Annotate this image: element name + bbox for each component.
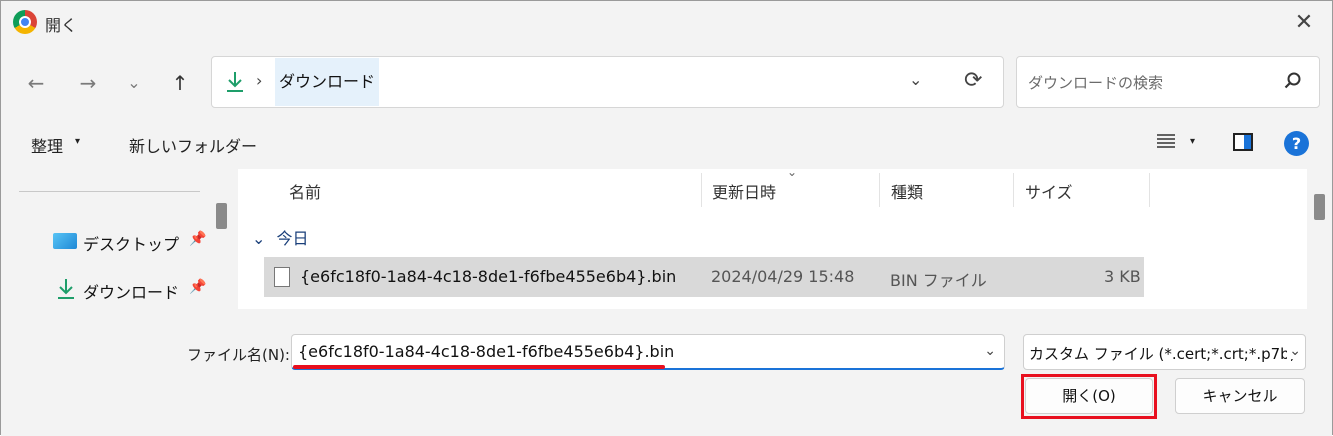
window-title: 開く [45, 16, 78, 35]
new-folder-button[interactable]: 新しいフォルダー [129, 133, 257, 157]
file-modified: 2024/04/29 15:48 [711, 267, 855, 286]
organize-caret-icon[interactable]: ▾ [75, 136, 80, 147]
annotation-highlight-box [1021, 374, 1157, 419]
download-icon [227, 72, 243, 92]
column-header-name[interactable]: 名前 [289, 179, 321, 203]
file-icon [274, 267, 290, 287]
file-type-filter-value[interactable]: カスタム ファイル (*.cert;*.crt;*.p7b; [1029, 343, 1295, 364]
cancel-button[interactable]: キャンセル [1175, 378, 1305, 414]
help-icon[interactable]: ? [1284, 131, 1309, 156]
file-size: 3 KB [1104, 267, 1141, 286]
view-options-icon[interactable] [1156, 131, 1176, 151]
column-header-size[interactable]: サイズ [1025, 179, 1073, 203]
column-header-type[interactable]: 種類 [891, 179, 923, 203]
filename-label: ファイル名(N): [187, 346, 290, 364]
recent-locations-button[interactable]: ⌄ [119, 68, 149, 98]
file-name: {e6fc18f0-1a84-4c18-8de1-f6fbe455e6b4}.b… [300, 267, 677, 286]
forward-button[interactable]: → [73, 68, 103, 98]
pin-icon: 📌 [189, 231, 207, 247]
pin-icon: 📌 [189, 279, 207, 295]
preview-pane-icon[interactable] [1233, 133, 1253, 151]
chevron-down-icon[interactable]: ⌄ [909, 70, 922, 89]
file-list: 名前 ⌄ 更新日時 種類 サイズ ⌄ 今日 {e6fc18f0-1a84-4c1… [238, 165, 1307, 309]
search-input[interactable]: ダウンロードの検索 [1016, 56, 1320, 108]
chevron-down-icon[interactable]: ⌄ [252, 229, 265, 248]
sidebar-item-label: デスクトップ [83, 235, 180, 254]
sidebar-item-label: ダウンロード [83, 283, 180, 302]
divider [19, 191, 200, 192]
breadcrumb-downloads[interactable]: ダウンロード [275, 58, 380, 106]
view-caret-icon[interactable]: ▾ [1190, 136, 1195, 147]
back-button[interactable]: ← [21, 68, 51, 98]
desktop-icon [53, 233, 77, 249]
chevron-down-icon[interactable]: ⌄ [1287, 343, 1301, 359]
file-scrollbar-thumb[interactable] [1314, 194, 1325, 220]
address-bar[interactable]: › ダウンロード ⌄ ⟳ [211, 56, 1004, 108]
sidebar-item-downloads[interactable]: ダウンロード 📌 [53, 277, 213, 303]
file-row[interactable]: {e6fc18f0-1a84-4c18-8de1-f6fbe455e6b4}.b… [264, 257, 1144, 297]
group-header-today[interactable]: ⌄ 今日 [252, 225, 309, 249]
search-icon[interactable] [1283, 71, 1303, 91]
open-file-dialog: 開く ✕ ← → ⌄ ↑ › ダウンロード ⌄ ⟳ ダウンロードの検索 整理 ▾… [0, 0, 1333, 436]
search-placeholder[interactable]: ダウンロードの検索 [1028, 72, 1163, 93]
filename-value[interactable]: {e6fc18f0-1a84-4c18-8de1-f6fbe455e6b4}.b… [298, 342, 674, 361]
group-label: 今日 [276, 229, 309, 248]
refresh-icon[interactable]: ⟳ [964, 68, 982, 93]
nav-scrollbar-thumb[interactable] [216, 203, 227, 229]
column-divider[interactable] [1013, 173, 1014, 207]
column-divider[interactable] [701, 173, 702, 207]
file-type: BIN ファイル [890, 271, 987, 290]
sort-indicator-icon: ⌄ [787, 165, 798, 179]
command-bar: 整理 ▾ 新しいフォルダー ▾ [1, 119, 1332, 167]
breadcrumb-separator[interactable]: › [256, 71, 262, 90]
chevron-down-icon[interactable]: ⌄ [984, 343, 996, 359]
annotation-underline [293, 365, 665, 369]
column-divider[interactable] [879, 173, 880, 207]
chrome-icon [13, 10, 37, 34]
up-button[interactable]: ↑ [165, 68, 195, 98]
column-divider[interactable] [1149, 173, 1150, 207]
sidebar-item-desktop[interactable]: デスクトップ 📌 [53, 229, 213, 255]
title-bar: 開く ✕ [1, 1, 1332, 45]
file-type-filter[interactable]: カスタム ファイル (*.cert;*.crt;*.p7b; ⌄ [1023, 334, 1306, 370]
navigation-pane: デスクトップ 📌 ダウンロード 📌 [1, 169, 212, 309]
column-header-modified[interactable]: 更新日時 [712, 179, 776, 203]
organize-button[interactable]: 整理 [31, 133, 63, 157]
close-button[interactable]: ✕ [1292, 11, 1316, 35]
download-icon [58, 279, 74, 299]
